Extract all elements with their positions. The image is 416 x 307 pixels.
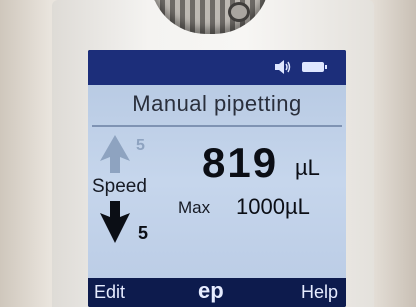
lcd-content: Manual pipetting 5 Speed 5 819 µL Max 10… xyxy=(88,85,346,278)
title-divider xyxy=(92,125,342,127)
volume-unit: µL xyxy=(295,155,320,180)
speaker-icon xyxy=(275,60,291,74)
mode-title: Manual pipetting xyxy=(132,91,302,116)
softkey-help[interactable]: Help xyxy=(301,282,338,303)
brand-logo: ep xyxy=(198,278,224,303)
volume-value: 819 xyxy=(202,139,279,186)
battery-icon xyxy=(302,62,327,72)
aspirate-speed-value: 5 xyxy=(136,137,145,154)
dispense-speed-arrow-icon xyxy=(100,201,130,243)
status-bar xyxy=(88,50,346,85)
display-screen: Manual pipetting 5 Speed 5 819 µL Max 10… xyxy=(88,50,346,307)
softkey-edit[interactable]: Edit xyxy=(94,282,125,303)
wheel-hub-icon xyxy=(228,2,250,22)
max-label: Max xyxy=(178,198,211,217)
softkey-bar: Edit ep Help xyxy=(88,278,346,307)
dispense-speed-value: 5 xyxy=(138,223,149,243)
aspirate-speed-arrow-icon xyxy=(100,135,130,173)
speed-label: Speed xyxy=(92,176,147,197)
max-value: 1000µL xyxy=(236,194,310,219)
